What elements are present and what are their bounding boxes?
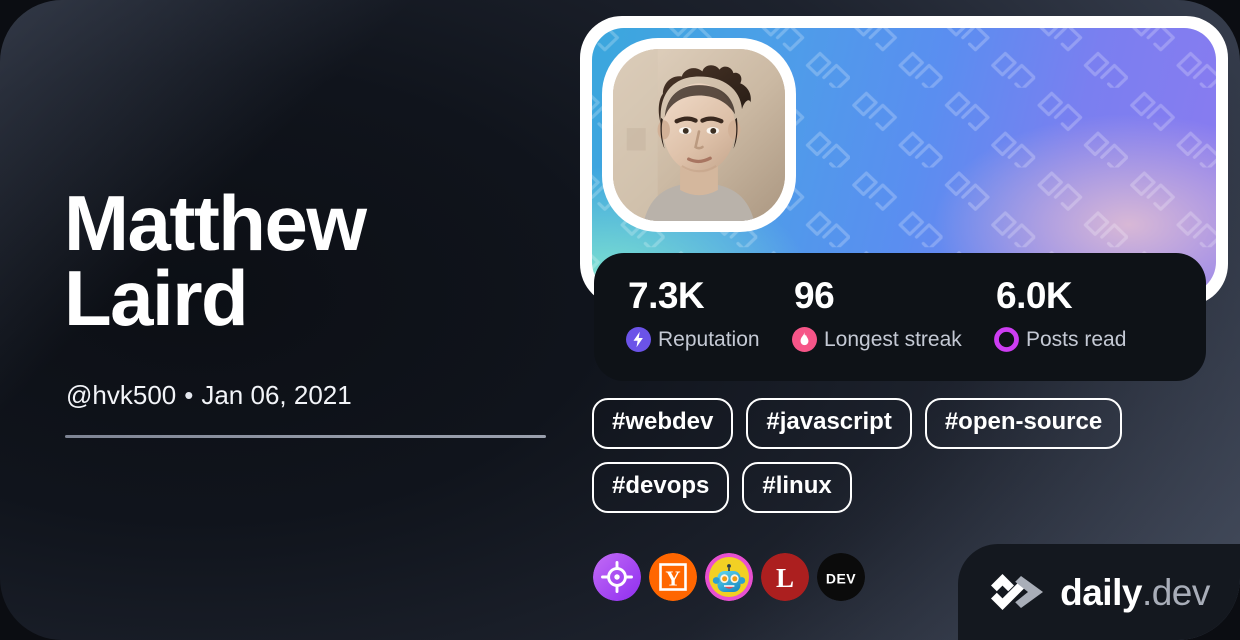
source-list: Y L DEV <box>593 553 865 601</box>
svg-text:Y: Y <box>665 566 680 590</box>
profile-info-column: Matthew Laird @hvk500 • Jan 06, 2021 <box>64 0 564 640</box>
avatar <box>613 49 785 221</box>
stat-value: 7.3K <box>628 275 705 316</box>
lobsters-source-icon[interactable]: L <box>761 553 809 601</box>
tag-chip[interactable]: #javascript <box>746 398 912 449</box>
tag-chip[interactable]: #open-source <box>924 398 1123 449</box>
stat-longest-streak: 96 Longest streak <box>792 277 962 352</box>
stat-label: Longest streak <box>824 327 962 351</box>
svg-text:DEV: DEV <box>826 571 856 587</box>
tag-list: #webdev #javascript #open-source #devops… <box>592 398 1212 513</box>
dev-to-source-icon[interactable]: DEV <box>817 553 865 601</box>
tag-chip[interactable]: #linux <box>742 461 852 513</box>
tag-chip[interactable]: #devops <box>592 461 730 513</box>
tag-chip[interactable]: #webdev <box>592 398 734 449</box>
stats-panel: 7.3K Reputation 96 Longest streak 6.0K P… <box>594 253 1206 381</box>
stat-value: 96 <box>794 275 835 316</box>
avatar-frame <box>602 38 796 232</box>
bolt-icon <box>626 327 651 352</box>
daily-dev-logo-mark-icon <box>988 572 1046 612</box>
brand-name-main: daily <box>1060 571 1142 613</box>
profile-joined-date: Jan 06, 2021 <box>201 380 352 410</box>
crosshair-source-icon[interactable] <box>593 553 641 601</box>
robot-source-icon[interactable] <box>705 553 753 601</box>
profile-handle: @hvk500 <box>66 380 177 410</box>
stat-posts-read: 6.0K Posts read <box>994 277 1126 352</box>
meta-separator: • <box>184 380 194 410</box>
stat-label: Reputation <box>658 327 760 351</box>
hacker-news-source-icon[interactable]: Y <box>649 553 697 601</box>
stat-value: 6.0K <box>996 275 1073 316</box>
svg-text:L: L <box>776 563 794 593</box>
flame-icon <box>792 327 817 352</box>
page-title: Matthew Laird <box>64 179 367 342</box>
profile-card: Matthew Laird @hvk500 • Jan 06, 2021 7.3… <box>0 0 1240 640</box>
ring-icon <box>994 327 1019 352</box>
brand-name: daily.dev <box>1060 574 1210 611</box>
profile-meta: @hvk500 • Jan 06, 2021 <box>66 380 352 411</box>
divider <box>65 435 546 438</box>
daily-dev-brand-badge: daily.dev <box>958 544 1240 640</box>
stat-reputation: 7.3K Reputation <box>626 277 760 352</box>
brand-name-tld: .dev <box>1141 571 1210 613</box>
stat-label: Posts read <box>1026 327 1127 351</box>
